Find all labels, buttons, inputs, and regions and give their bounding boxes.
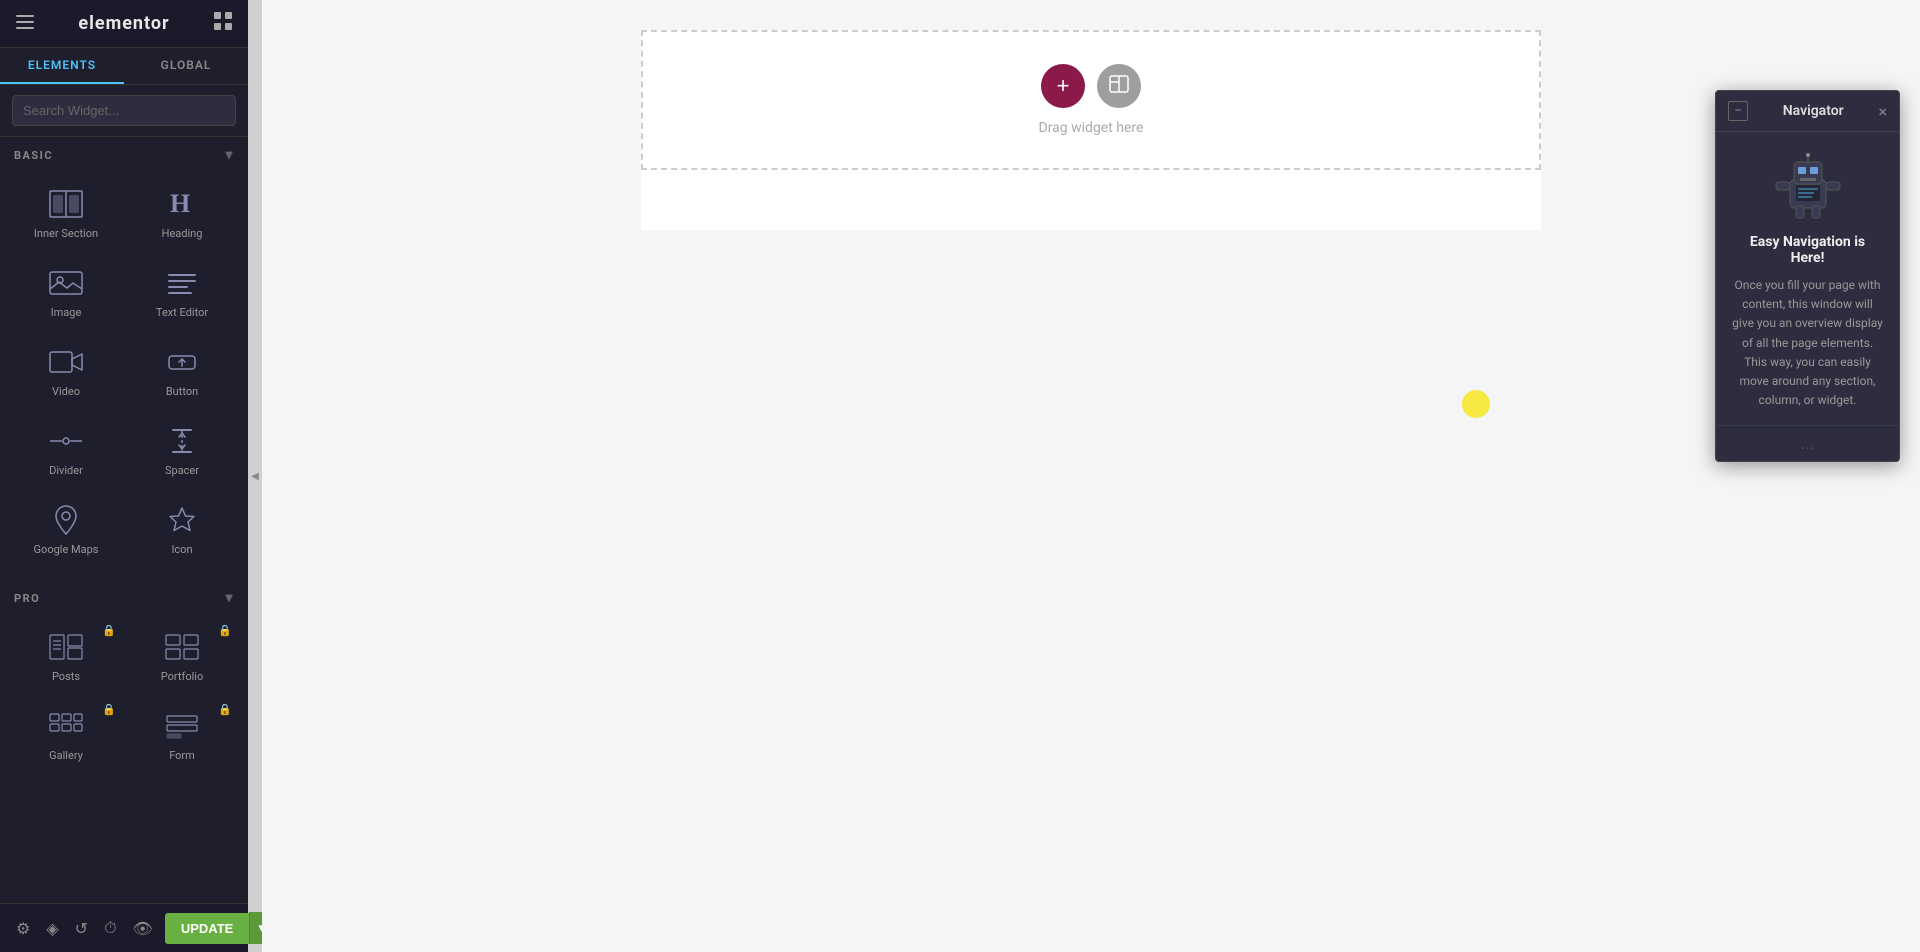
chevron-down-icon-pro: ▾ bbox=[225, 590, 234, 606]
widget-heading-label: Heading bbox=[162, 227, 203, 240]
gallery-icon bbox=[48, 711, 84, 741]
spacer-icon bbox=[164, 426, 200, 456]
tab-elements[interactable]: ELEMENTS bbox=[0, 48, 124, 84]
chevron-down-icon: ▾ bbox=[225, 147, 234, 163]
template-button[interactable] bbox=[1097, 64, 1141, 108]
sidebar-tabs: ELEMENTS GLOBAL bbox=[0, 48, 248, 85]
page-container: + Drag widget here bbox=[641, 30, 1541, 230]
sidebar-collapse-handle[interactable]: ◀ bbox=[248, 0, 262, 952]
canvas-inner: + Drag widget here bbox=[262, 0, 1920, 952]
widget-google-maps[interactable]: Google Maps bbox=[8, 489, 124, 568]
navigator-footer: ... bbox=[1716, 425, 1899, 461]
history-icon[interactable]: ⏱ bbox=[100, 914, 120, 942]
google-maps-icon bbox=[48, 505, 84, 535]
settings-icon[interactable]: ⚙ bbox=[12, 915, 34, 942]
widget-google-maps-label: Google Maps bbox=[34, 543, 99, 556]
section-header-pro[interactable]: PRO ▾ bbox=[0, 580, 248, 612]
navigator-robot-illustration bbox=[1768, 152, 1848, 222]
navigator-minimize-button[interactable]: − bbox=[1728, 101, 1748, 121]
sidebar-content: BASIC ▾ Inner Section bbox=[0, 137, 248, 952]
layers-icon[interactable]: ◈ bbox=[42, 915, 62, 942]
lock-icon-portfolio: 🔒 bbox=[218, 624, 232, 637]
undo-icon[interactable]: ↺ bbox=[71, 915, 92, 942]
video-icon bbox=[48, 347, 84, 377]
widget-inner-section[interactable]: Inner Section bbox=[8, 173, 124, 252]
widget-posts[interactable]: 🔒 Posts bbox=[8, 616, 124, 695]
drop-zone: + Drag widget here bbox=[641, 30, 1541, 170]
widget-divider[interactable]: Divider bbox=[8, 410, 124, 489]
image-icon bbox=[48, 268, 84, 298]
navigator-header: − Navigator × bbox=[1716, 91, 1899, 132]
template-icon bbox=[1109, 75, 1129, 98]
lock-icon-form: 🔒 bbox=[218, 703, 232, 716]
widget-heading[interactable]: H Heading bbox=[124, 173, 240, 252]
menu-icon[interactable] bbox=[16, 13, 34, 34]
app-logo: elementor bbox=[78, 13, 169, 34]
sidebar-bottom-toolbar: ⚙ ◈ ↺ ⏱ 👁 UPDATE ▾ bbox=[0, 903, 248, 952]
section-header-basic[interactable]: BASIC ▾ bbox=[0, 137, 248, 169]
widget-form[interactable]: 🔒 Form bbox=[124, 695, 240, 774]
icon-star-icon bbox=[164, 505, 200, 535]
widget-icon-label: Icon bbox=[171, 543, 192, 556]
widget-button-label: Button bbox=[166, 385, 198, 398]
update-button[interactable]: UPDATE bbox=[165, 913, 249, 944]
widget-gallery-label: Gallery bbox=[49, 749, 83, 762]
navigator-description: Once you fill your page with content, th… bbox=[1732, 276, 1883, 410]
widget-icon[interactable]: Icon bbox=[124, 489, 240, 568]
navigator-title: Navigator bbox=[1783, 103, 1844, 119]
drop-zone-label: Drag widget here bbox=[1039, 120, 1144, 136]
navigator-body: Easy Navigation is Here! Once you fill y… bbox=[1716, 132, 1899, 425]
lock-icon-gallery: 🔒 bbox=[102, 703, 116, 716]
svg-text:H: H bbox=[170, 190, 190, 218]
add-widget-button[interactable]: + bbox=[1041, 64, 1085, 108]
pro-widgets-grid: 🔒 Posts 🔒 bbox=[0, 612, 248, 778]
posts-icon bbox=[48, 632, 84, 662]
plus-icon: + bbox=[1057, 75, 1070, 97]
text-editor-icon bbox=[164, 268, 200, 298]
widget-spacer[interactable]: Spacer bbox=[124, 410, 240, 489]
grid-icon[interactable] bbox=[214, 12, 232, 35]
navigator-heading: Easy Navigation is Here! bbox=[1732, 234, 1883, 266]
widget-image-label: Image bbox=[51, 306, 82, 319]
widget-text-editor-label: Text Editor bbox=[156, 306, 208, 319]
widget-video-label: Video bbox=[52, 385, 80, 398]
sidebar-header: elementor bbox=[0, 0, 248, 48]
widget-divider-label: Divider bbox=[49, 464, 83, 477]
main-canvas: + Drag widget here bbox=[262, 0, 1920, 952]
divider-icon bbox=[48, 426, 84, 456]
drop-zone-actions: + bbox=[1041, 64, 1141, 108]
preview-icon[interactable]: 👁 bbox=[129, 915, 157, 942]
navigator-close-button[interactable]: × bbox=[1878, 102, 1887, 121]
widget-portfolio-label: Portfolio bbox=[161, 670, 203, 683]
navigator-panel: − Navigator × bbox=[1715, 90, 1900, 462]
widget-inner-section-label: Inner Section bbox=[34, 227, 98, 240]
search-input[interactable] bbox=[12, 95, 236, 126]
portfolio-icon bbox=[164, 632, 200, 662]
tab-global[interactable]: GLOBAL bbox=[124, 48, 248, 84]
sidebar: elementor ELEMENTS GLOBAL BASIC ▾ bbox=[0, 0, 248, 952]
widget-portfolio[interactable]: 🔒 Portfolio bbox=[124, 616, 240, 695]
button-icon bbox=[164, 347, 200, 377]
form-icon bbox=[164, 711, 200, 741]
widget-text-editor[interactable]: Text Editor bbox=[124, 252, 240, 331]
search-bar bbox=[0, 85, 248, 137]
widget-form-label: Form bbox=[169, 749, 195, 762]
basic-widgets-grid: Inner Section H Heading bbox=[0, 169, 248, 572]
widget-image[interactable]: Image bbox=[8, 252, 124, 331]
heading-icon: H bbox=[164, 189, 200, 219]
widget-gallery[interactable]: 🔒 Gallery bbox=[8, 695, 124, 774]
widget-posts-label: Posts bbox=[52, 670, 80, 683]
lock-icon: 🔒 bbox=[102, 624, 116, 637]
minimize-icon: − bbox=[1734, 103, 1742, 119]
widget-spacer-label: Spacer bbox=[165, 464, 199, 477]
inner-section-icon bbox=[48, 189, 84, 219]
update-button-group: UPDATE ▾ bbox=[165, 912, 273, 944]
widget-video[interactable]: Video bbox=[8, 331, 124, 410]
widget-button[interactable]: Button bbox=[124, 331, 240, 410]
